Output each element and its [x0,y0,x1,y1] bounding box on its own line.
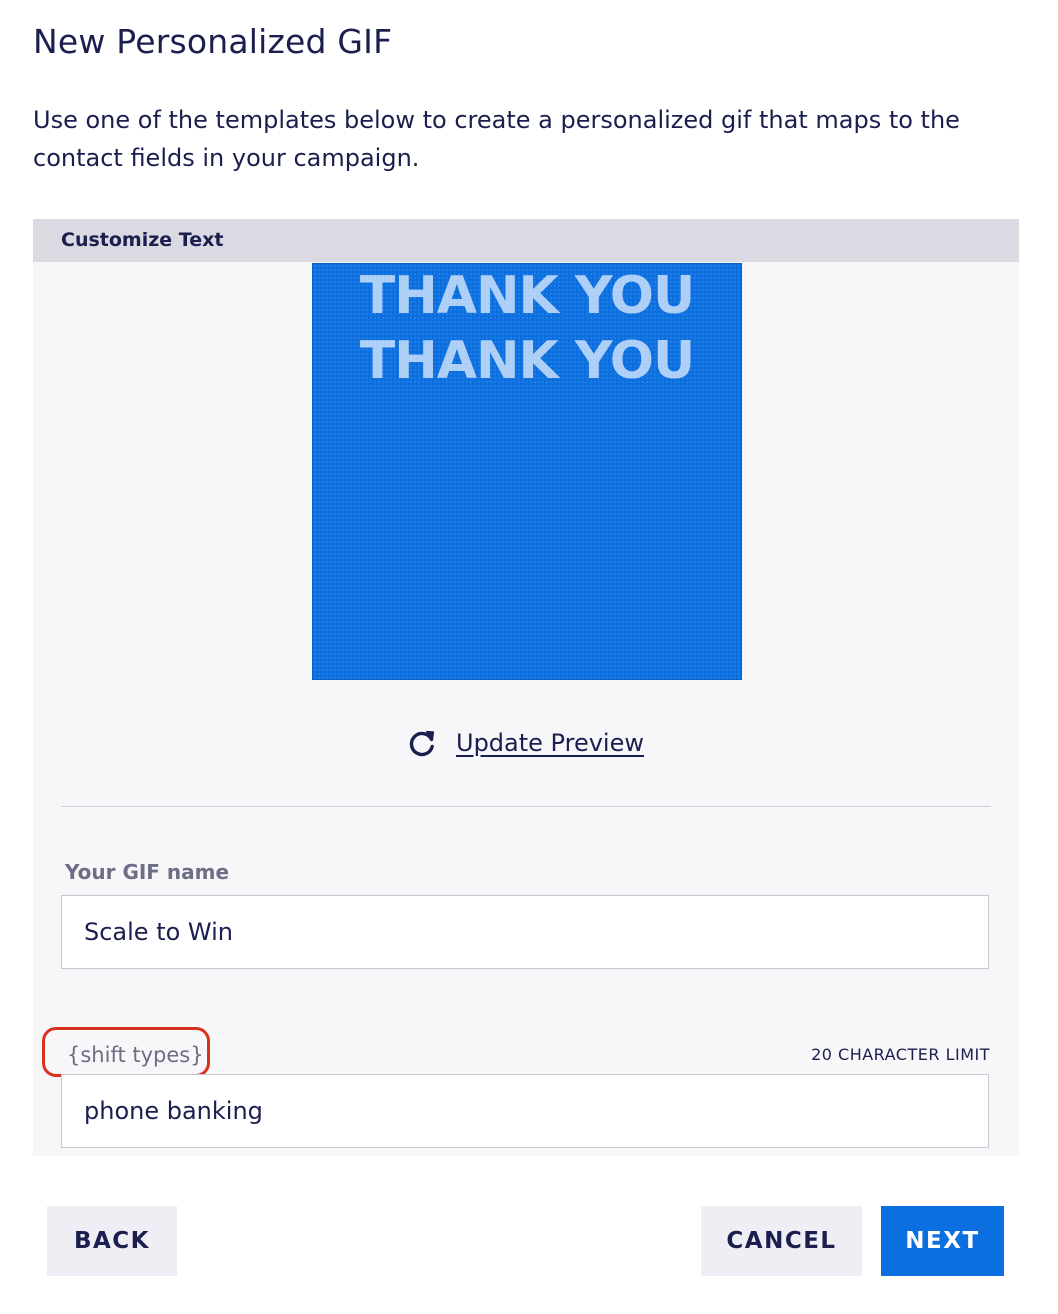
update-preview-link[interactable]: Update Preview [406,725,644,761]
page-title: New Personalized GIF [33,22,393,61]
shift-types-input[interactable] [61,1074,989,1148]
cancel-button[interactable]: CANCEL [701,1206,862,1276]
panel-header-title: Customize Text [61,229,224,251]
gif-name-input[interactable] [61,895,989,969]
shift-types-label: {shift types} [67,1043,204,1067]
page-description: Use one of the templates below to create… [33,106,960,172]
back-button[interactable]: BACK [47,1206,177,1276]
gif-preview: THANK YOU THANK YOU [312,263,742,680]
gif-preview-line-2: THANK YOU [359,331,695,391]
next-button[interactable]: NEXT [881,1206,1004,1276]
character-limit: 20 CHARACTER LIMIT [811,1045,990,1064]
customize-text-panel: Customize Text THANK YOU THANK YOU Updat… [33,219,1019,1156]
gif-preview-line-1: THANK YOU [359,266,695,326]
refresh-icon [409,730,435,757]
divider [61,806,991,807]
gif-name-label: Your GIF name [65,860,230,884]
update-preview-label: Update Preview [456,729,644,757]
panel-header: Customize Text [33,219,1019,262]
